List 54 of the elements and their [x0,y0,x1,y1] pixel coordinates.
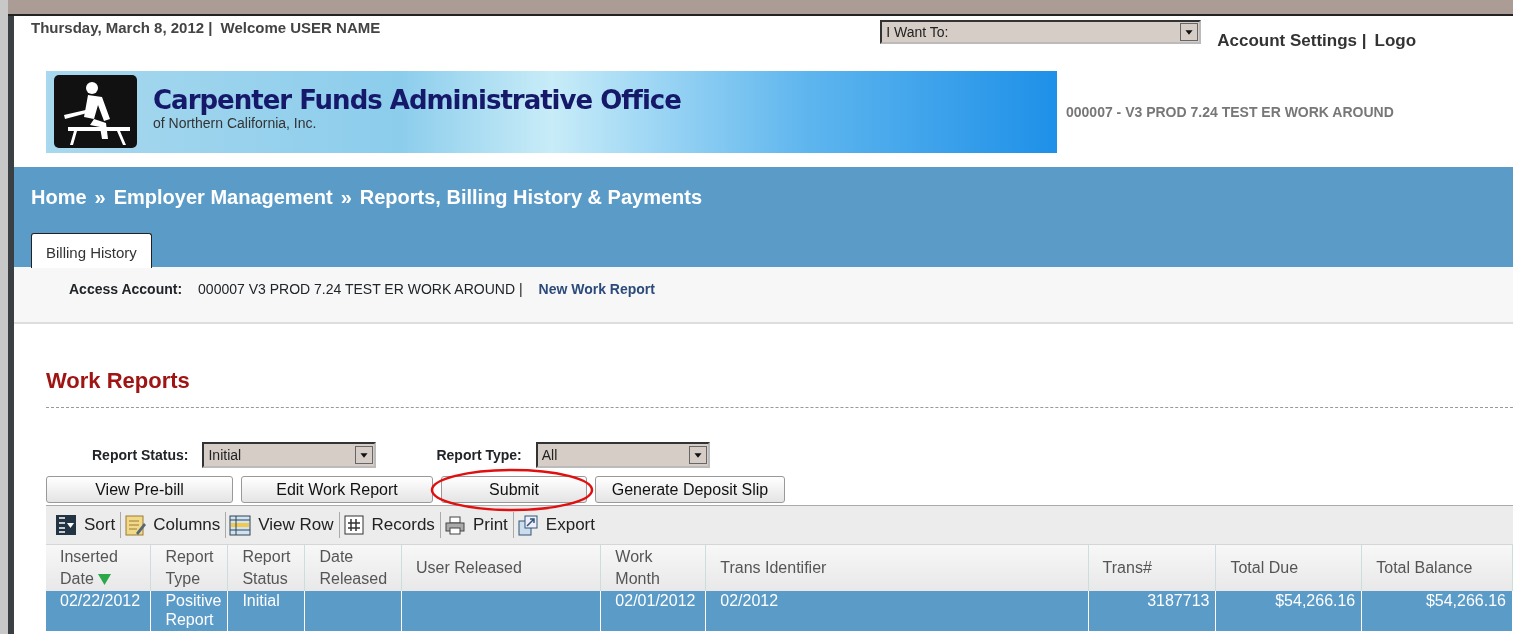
top-link[interactable]: Account Settings | [1217,28,1367,71]
toolbar-button[interactable]: Export [513,512,600,538]
grid-icon [229,513,253,537]
carpenter-logo-icon [54,75,137,148]
filter-label: Report Type: [436,445,522,465]
breadcrumb-separator: » [340,185,352,210]
toolbar-button[interactable]: Columns [121,512,227,538]
column-header[interactable]: Report Status [227,545,305,591]
column-header[interactable]: Trans# [1088,545,1216,591]
table-cell: 3187713 [1147,592,1210,609]
action-button[interactable]: Submit [441,476,587,503]
toolbar-button[interactable]: View Row [226,512,340,538]
section-title: Work Reports [46,367,191,395]
column-header[interactable]: Total Balance [1361,545,1513,591]
toolbar-button[interactable]: Print [440,512,514,538]
account-text: 000007 - V3 PROD 7.24 TEST ER WORK AROUND [1066,102,1394,122]
access-account-value: 000007 V3 PROD 7.24 TEST ER WORK AROUND | [198,280,523,299]
column-header[interactable]: Total Due [1215,545,1362,591]
action-button[interactable]: View Pre-bill [46,476,233,503]
printer-icon [443,513,467,537]
hash-icon [342,513,366,537]
table-cell: 02/22/2012 [60,592,141,609]
toolbar-button[interactable]: Records [339,512,441,538]
sort-icon [55,513,78,537]
column-header[interactable]: Trans Identifier [705,545,1089,591]
filter-dropdown[interactable]: Initial [202,442,377,468]
column-header[interactable]: Inserted Date [46,545,151,591]
top-link[interactable]: Logo [1374,28,1417,71]
table-cell: 02/2012 [720,592,779,609]
export-icon [516,513,540,537]
table-cell: Positive Report [165,592,222,629]
banner-subtitle: of Northern California, Inc. [153,115,318,133]
table-cell: 02/01/2012 [615,592,696,609]
welcome-text: Welcome USER NAME [220,18,381,38]
notepad-icon [124,513,148,537]
table-cell: $54,266.16 [1425,592,1506,609]
tab[interactable]: Billing History [31,233,152,268]
column-header[interactable]: Work Month [600,545,706,591]
banner-title: Carpenter Funds Administrative Office [153,87,681,113]
filter-label: Report Status: [92,445,189,465]
new-work-report-link[interactable]: New Work Report [538,279,655,322]
action-button[interactable]: Generate Deposit Slip [595,476,785,503]
access-account-label: Access Account: [69,280,183,299]
column-header[interactable]: User Released [401,545,601,591]
action-button[interactable]: Edit Work Report [241,476,433,503]
table-cell: Initial [242,592,280,609]
filter-dropdown[interactable]: All [535,442,710,468]
action-dropdown[interactable]: I Want To: [880,20,1202,44]
table-cell: $54,266.16 [1275,592,1356,609]
date-text: Thursday, March 8, 2012 | [31,18,213,38]
column-header[interactable]: Report Type [150,545,228,591]
breadcrumb-separator: » [94,185,106,210]
column-header[interactable]: Date Released [304,545,402,591]
toolbar-button[interactable]: Sort [52,512,122,538]
